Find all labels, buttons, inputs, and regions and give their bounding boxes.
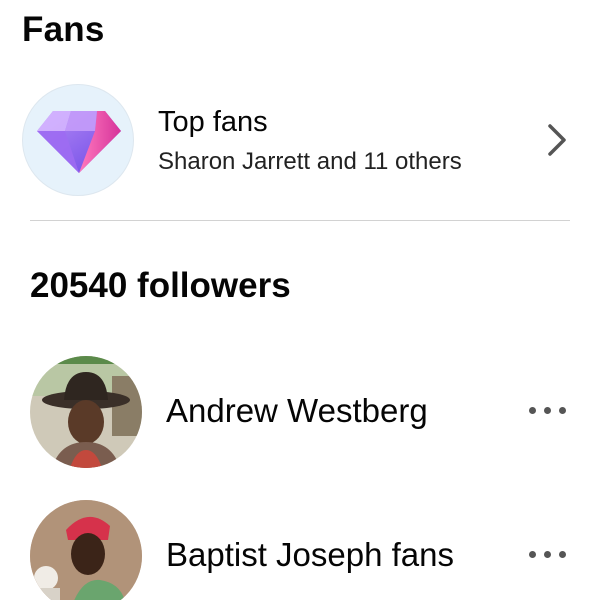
- follower-row[interactable]: Baptist Joseph fans: [30, 500, 580, 600]
- chevron-right-icon[interactable]: [542, 120, 572, 160]
- fans-page: Fans Top fans Sharon Jarrett and 11 othe…: [0, 0, 600, 600]
- avatar[interactable]: [30, 356, 142, 468]
- avatar[interactable]: [30, 500, 142, 600]
- divider: [30, 220, 570, 221]
- page-title: Fans: [22, 10, 105, 49]
- follower-name: Baptist Joseph fans: [166, 536, 455, 573]
- top-fans-row[interactable]: Top fans Sharon Jarrett and 11 others: [22, 84, 582, 196]
- more-horizontal-icon[interactable]: [525, 542, 571, 566]
- top-fans-title: Top fans: [158, 106, 268, 138]
- follower-row[interactable]: Andrew Westberg: [30, 356, 580, 468]
- top-fans-subtitle: Sharon Jarrett and 11 others: [158, 148, 462, 175]
- follower-name: Andrew Westberg: [166, 392, 428, 429]
- diamond-icon: [22, 84, 134, 196]
- followers-heading: 20540 followers: [30, 266, 291, 305]
- more-horizontal-icon[interactable]: [525, 398, 571, 422]
